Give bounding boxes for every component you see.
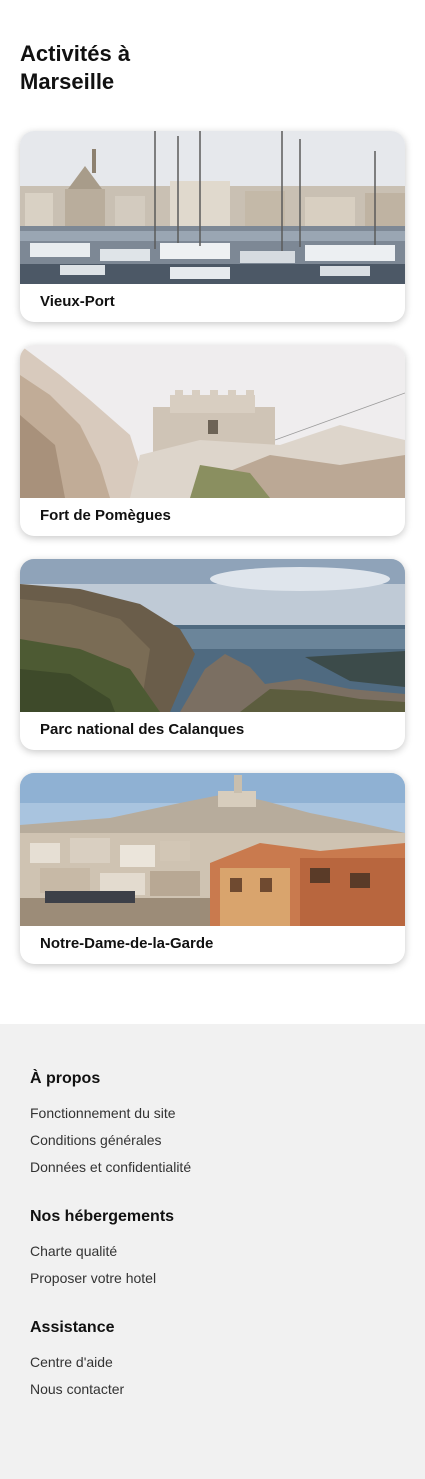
activity-card-fort-de-pomegues[interactable]: Fort de Pomègues [20, 345, 405, 536]
footer-link-fonctionnement[interactable]: Fonctionnement du site [30, 1103, 191, 1123]
footer-heading: Assistance [30, 1319, 115, 1336]
footer-heading: Nos hébergements [30, 1208, 175, 1225]
activity-title: Notre-Dame-de-la-Garde [40, 935, 214, 952]
footer-heading: À propos [30, 1070, 101, 1087]
vieux-port-image [20, 131, 405, 284]
activity-card-calanques[interactable]: Parc national des Calanques [20, 559, 405, 750]
page-title: Activités à Marseille [20, 41, 131, 94]
activity-card-vieux-port[interactable]: Vieux-Port [20, 131, 405, 322]
calanques-image [20, 559, 405, 712]
footer-link-donnees[interactable]: Données et confidentialité [30, 1157, 191, 1177]
site-footer: À propos Fonctionnement du site Conditio… [0, 1024, 425, 1479]
fort-de-pomegues-image [20, 345, 405, 498]
footer-link-conditions[interactable]: Conditions générales [30, 1130, 191, 1150]
footer-link-centre-aide[interactable]: Centre d'aide [30, 1352, 124, 1372]
notre-dame-de-la-garde-image [20, 773, 405, 926]
footer-section-hebergements: Nos hébergements Charte qualité Proposer… [30, 1207, 174, 1288]
footer-section-a-propos: À propos Fonctionnement du site Conditio… [30, 1069, 191, 1177]
activity-title: Vieux-Port [40, 293, 115, 310]
activity-title: Fort de Pomègues [40, 507, 171, 524]
activity-list: Vieux-Port Fort de Pomègues Parc nationa… [20, 131, 405, 987]
footer-link-contact[interactable]: Nous contacter [30, 1379, 124, 1399]
footer-link-charte[interactable]: Charte qualité [30, 1241, 174, 1261]
footer-section-assistance: Assistance Centre d'aide Nous contacter [30, 1318, 124, 1399]
activity-card-notre-dame-de-la-garde[interactable]: Notre-Dame-de-la-Garde [20, 773, 405, 964]
activity-title: Parc national des Calanques [40, 721, 245, 738]
footer-link-proposer-hotel[interactable]: Proposer votre hotel [30, 1268, 174, 1288]
